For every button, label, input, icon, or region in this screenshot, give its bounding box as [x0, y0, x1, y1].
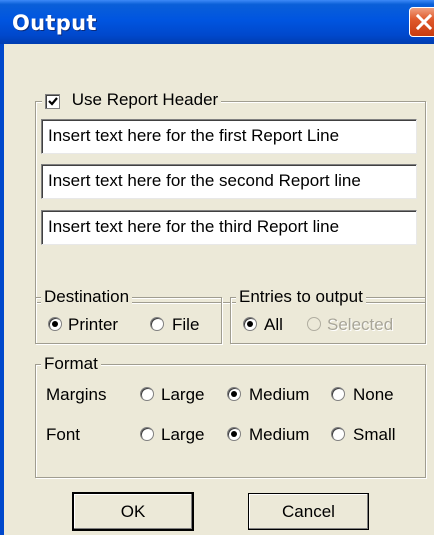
entries-selected-radio	[307, 317, 321, 331]
font-large-label: Large	[161, 425, 205, 444]
destination-printer-label: Printer	[68, 315, 119, 334]
font-small-radio[interactable]	[331, 427, 345, 441]
font-label: Font	[46, 425, 81, 444]
ok-button[interactable]: OK	[72, 492, 194, 531]
margins-medium-label: Medium	[249, 385, 310, 404]
report-line-3-input[interactable]: Insert text here for the third Report li…	[41, 210, 417, 245]
entries-selected-label: Selected	[327, 315, 394, 334]
margins-label: Margins	[46, 385, 107, 404]
ok-button-label: OK	[120, 502, 146, 521]
font-medium-radio[interactable]	[227, 427, 241, 441]
destination-legend: Destination	[41, 287, 133, 307]
use-report-header-label: Use Report Header	[71, 90, 219, 109]
close-icon	[415, 13, 433, 31]
font-small-label: Small	[353, 425, 396, 444]
checkmark-icon	[48, 97, 58, 106]
font-medium-label: Medium	[249, 425, 310, 444]
entries-all-label: All	[264, 315, 283, 334]
window-title: Output	[12, 11, 97, 35]
use-report-header-checkbox[interactable]	[45, 94, 60, 109]
report-line-1-input[interactable]: Insert text here for the first Report Li…	[41, 119, 417, 154]
margins-medium-radio[interactable]	[227, 387, 241, 401]
destination-file-radio[interactable]	[150, 317, 164, 331]
report-line-2-input[interactable]: Insert text here for the second Report l…	[41, 164, 417, 199]
report-header-legend: Use Report Header	[42, 90, 222, 112]
close-button[interactable]	[409, 7, 434, 37]
entries-all-radio[interactable]	[243, 317, 257, 331]
destination-file-label: File	[172, 315, 200, 334]
title-bar[interactable]: Output	[0, 0, 434, 44]
margins-none-radio[interactable]	[331, 387, 345, 401]
margins-large-radio[interactable]	[140, 387, 154, 401]
destination-printer-radio[interactable]	[48, 317, 62, 331]
format-legend: Format	[41, 354, 101, 374]
entries-legend: Entries to output	[236, 287, 366, 307]
margins-none-label: None	[353, 385, 394, 404]
cancel-button-label: Cancel	[282, 502, 335, 521]
cancel-button[interactable]: Cancel	[248, 493, 369, 530]
dialog-client: Use Report Header Insert text here for t…	[4, 44, 434, 535]
font-large-radio[interactable]	[140, 427, 154, 441]
format-group	[35, 364, 426, 478]
margins-large-label: Large	[161, 385, 205, 404]
